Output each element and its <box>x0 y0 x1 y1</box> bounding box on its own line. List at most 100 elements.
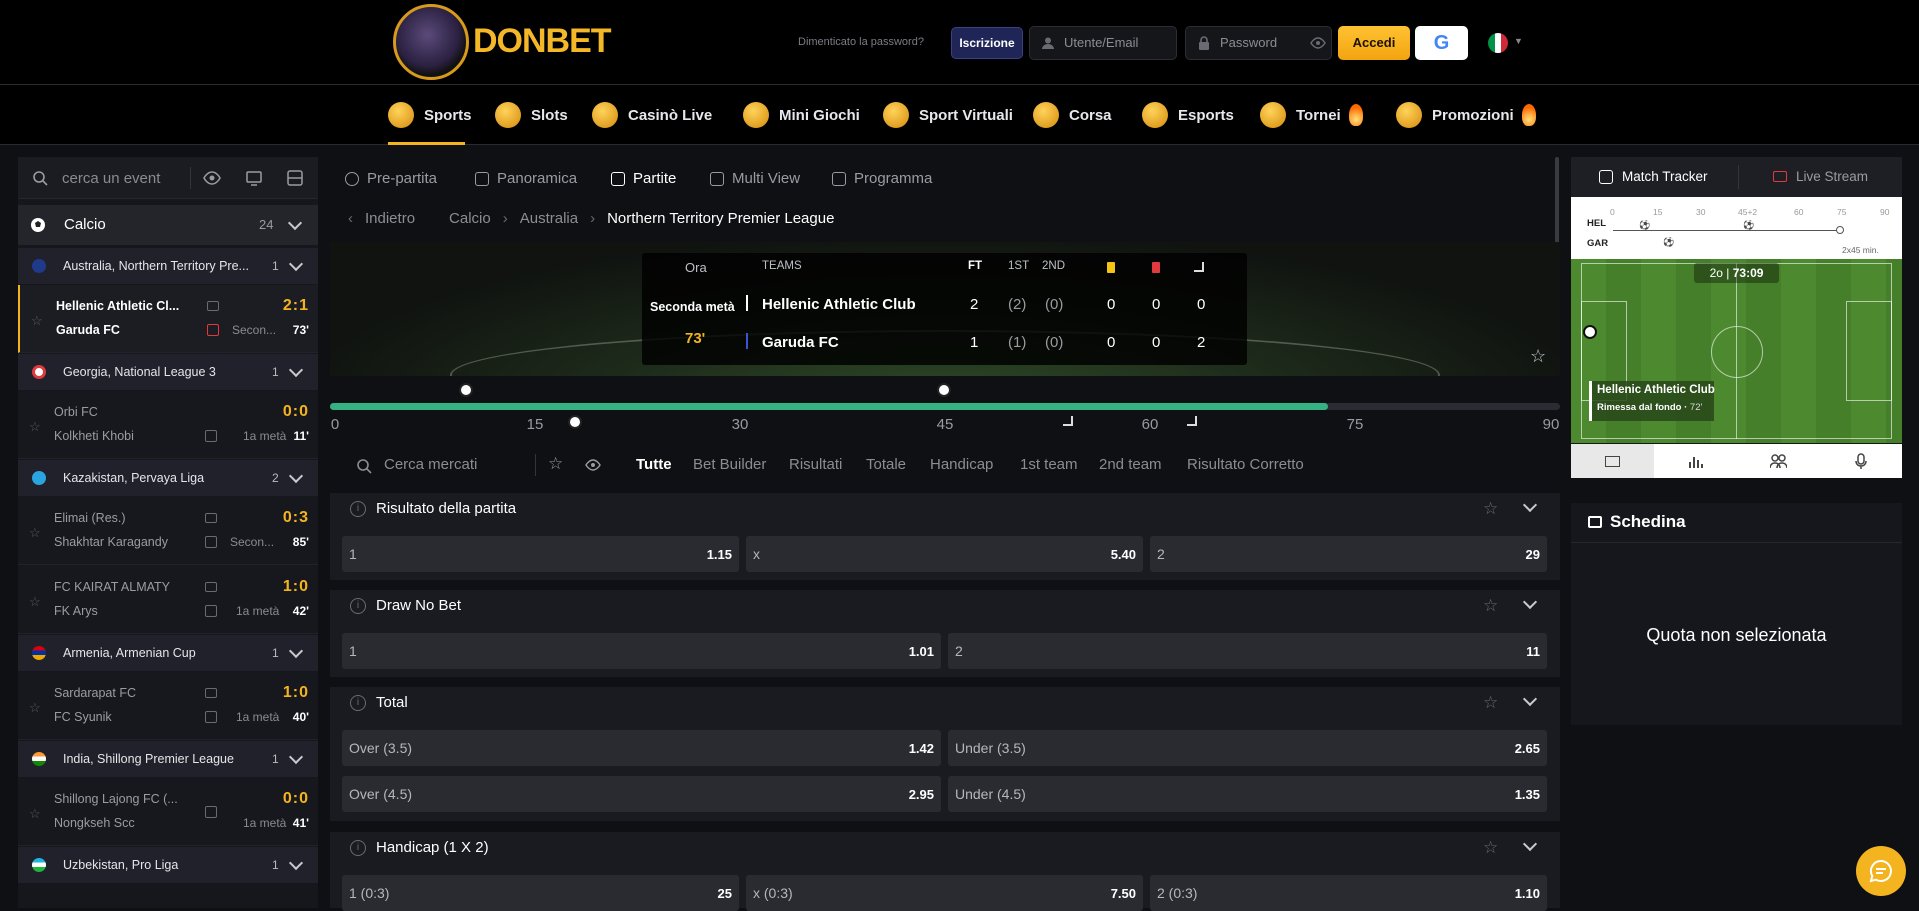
crumb-australia[interactable]: Australia <box>520 210 578 227</box>
star-icon[interactable]: ☆ <box>29 594 41 610</box>
league-kazakistan[interactable]: Kazakistan, Pervaya Liga 2 <box>18 460 318 496</box>
info-icon[interactable]: i <box>350 840 366 856</box>
forgot-password-link[interactable]: Dimenticato la password? <box>798 36 924 48</box>
league-australia[interactable]: Australia, Northern Territory Pre... 1 <box>18 248 318 284</box>
chevron-down-icon[interactable] <box>1522 497 1538 513</box>
username-input[interactable]: Utente/Email <box>1029 26 1177 60</box>
tab-panoramica[interactable]: Panoramica <box>475 170 577 187</box>
star-icon[interactable]: ☆ <box>1483 693 1498 713</box>
tracker-tab-pitch[interactable] <box>1571 444 1654 478</box>
chat-button[interactable] <box>1856 846 1906 896</box>
market-tab-1st-team[interactable]: 1st team <box>1020 456 1078 473</box>
market-tab-handicap[interactable]: Handicap <box>930 456 993 473</box>
chevron-left-icon[interactable]: ‹ <box>348 210 353 227</box>
nav-slots[interactable]: Slots <box>495 85 568 145</box>
star-icon[interactable]: ☆ <box>29 419 41 435</box>
league-uzbekistan[interactable]: Uzbekistan, Pro Liga 1 <box>18 847 318 883</box>
nav-promozioni[interactable]: Promozioni <box>1396 85 1536 145</box>
sport-calcio[interactable]: Calcio 24 <box>18 205 318 245</box>
tab-partite[interactable]: Partite <box>611 170 676 187</box>
market-search-input[interactable]: Cerca mercati <box>384 456 477 473</box>
tracker-tab-stats[interactable] <box>1654 444 1737 478</box>
market-tab-tutte[interactable]: Tutte <box>636 456 672 473</box>
odd-button[interactable]: x 5.40 <box>746 536 1143 572</box>
market-tab-risultati[interactable]: Risultati <box>789 456 842 473</box>
odd-button[interactable]: 1 1.01 <box>342 633 941 669</box>
league-india[interactable]: India, Shillong Premier League 1 <box>18 741 318 777</box>
login-button[interactable]: Accedi <box>1338 26 1410 60</box>
eye-icon[interactable] <box>585 459 601 471</box>
odd-button[interactable]: 1 (0:3) 25 <box>342 875 739 911</box>
gift-icon <box>1396 102 1422 128</box>
market-header[interactable]: i Risultato della partita ☆ <box>330 493 1560 525</box>
odd-button[interactable]: x (0:3) 7.50 <box>746 875 1143 911</box>
logo[interactable]: DONBET <box>393 4 612 82</box>
odd-button[interactable]: 1 1.15 <box>342 536 739 572</box>
match-item[interactable]: ☆ FC KAIRAT ALMATY FK Arys 1:0 1a metà 4… <box>18 566 318 634</box>
eye-icon[interactable] <box>203 169 221 187</box>
nav-esports[interactable]: Esports <box>1142 85 1234 145</box>
market-tab-bet-builder[interactable]: Bet Builder <box>693 456 766 473</box>
market-tab-2nd-team[interactable]: 2nd team <box>1099 456 1162 473</box>
nav-sport-virtuali[interactable]: Sport Virtuali <box>883 85 1013 145</box>
market-tab-risultato-corretto[interactable]: Risultato Corretto <box>1187 456 1304 473</box>
nav-mini-giochi[interactable]: Mini Giochi <box>743 85 860 145</box>
tab-pre-partita[interactable]: Pre-partita <box>345 170 437 187</box>
match-item[interactable]: ☆ Shillong Lajong FC (... Nongkseh Scc 0… <box>18 778 318 846</box>
tab-multi-view[interactable]: Multi View <box>710 170 800 187</box>
match-item[interactable]: ☆ Orbi FC Kolkheti Khobi 0:0 1a metà 11' <box>18 391 318 459</box>
crumb-calcio[interactable]: Calcio <box>449 210 491 227</box>
eye-icon[interactable] <box>1310 37 1326 49</box>
tab-match-tracker[interactable]: Match Tracker <box>1599 169 1708 184</box>
chevron-down-icon[interactable] <box>1522 594 1538 610</box>
odd-button[interactable]: 2 (0:3) 1.10 <box>1150 875 1547 911</box>
league-georgia[interactable]: Georgia, National League 3 1 <box>18 354 318 390</box>
tracker-tab-audio[interactable] <box>1820 444 1902 478</box>
odd-button[interactable]: Under (4.5) 1.35 <box>948 776 1547 812</box>
odd-button[interactable]: Under (3.5) 2.65 <box>948 730 1547 766</box>
info-icon[interactable]: i <box>350 598 366 614</box>
register-button[interactable]: Iscrizione <box>951 27 1023 59</box>
event-search[interactable]: cerca un event <box>18 157 318 199</box>
match-item[interactable]: ☆ Sardarapat FC FC Syunik 1:0 1a metà 40… <box>18 672 318 740</box>
favourite-star-icon[interactable]: ☆ <box>1530 346 1546 367</box>
match-item[interactable]: ☆ Hellenic Athletic Cl... Garuda FC 2:1 … <box>18 285 318 353</box>
italy-flag-icon[interactable] <box>1488 33 1508 53</box>
tracker-tab-lineups[interactable] <box>1737 444 1820 478</box>
match-item[interactable]: ☆ Elimai (Res.) Shakhtar Karagandy 0:3 S… <box>18 497 318 565</box>
star-icon[interactable]: ☆ <box>1483 499 1498 519</box>
back-link[interactable]: Indietro <box>365 210 415 227</box>
star-icon[interactable]: ☆ <box>29 806 41 822</box>
nav-sports[interactable]: Sports <box>388 85 472 145</box>
nav-casino-live[interactable]: Casinò Live <box>592 85 712 145</box>
star-icon[interactable]: ☆ <box>29 525 41 541</box>
tab-live-stream[interactable]: Live Stream <box>1773 169 1868 184</box>
tab-programma[interactable]: Programma <box>832 170 932 187</box>
info-icon[interactable]: i <box>350 695 366 711</box>
language-chevron-icon[interactable]: ▼ <box>1514 36 1523 46</box>
odd-button[interactable]: Over (4.5) 2.95 <box>342 776 941 812</box>
star-icon[interactable]: ☆ <box>31 313 43 329</box>
odd-button[interactable]: Over (3.5) 1.42 <box>342 730 941 766</box>
market-header[interactable]: i Draw No Bet ☆ <box>330 590 1560 622</box>
chevron-down-icon[interactable] <box>1522 836 1538 852</box>
scoreboard-icon[interactable] <box>286 169 304 187</box>
market-header[interactable]: i Handicap (1 X 2) ☆ <box>330 832 1560 864</box>
monitor-icon[interactable] <box>245 169 263 187</box>
nav-corsa[interactable]: Corsa <box>1033 85 1112 145</box>
star-icon[interactable]: ☆ <box>1483 596 1498 616</box>
star-icon[interactable]: ☆ <box>29 700 41 716</box>
nav-tornei[interactable]: Tornei <box>1260 85 1363 145</box>
info-icon[interactable]: i <box>350 501 366 517</box>
chevron-down-icon[interactable] <box>1522 691 1538 707</box>
market-tab-totale[interactable]: Totale <box>866 456 906 473</box>
star-icon[interactable]: ☆ <box>1483 838 1498 858</box>
google-login-button[interactable]: G <box>1415 26 1468 60</box>
score: 0:0 <box>282 790 309 807</box>
odd-button[interactable]: 2 11 <box>948 633 1547 669</box>
league-armenia[interactable]: Armenia, Armenian Cup 1 <box>18 635 318 671</box>
market-header[interactable]: i Total ☆ <box>330 687 1560 719</box>
odd-button[interactable]: 2 29 <box>1150 536 1547 572</box>
star-filter-icon[interactable]: ☆ <box>548 454 563 474</box>
password-input[interactable]: Password <box>1185 26 1332 60</box>
